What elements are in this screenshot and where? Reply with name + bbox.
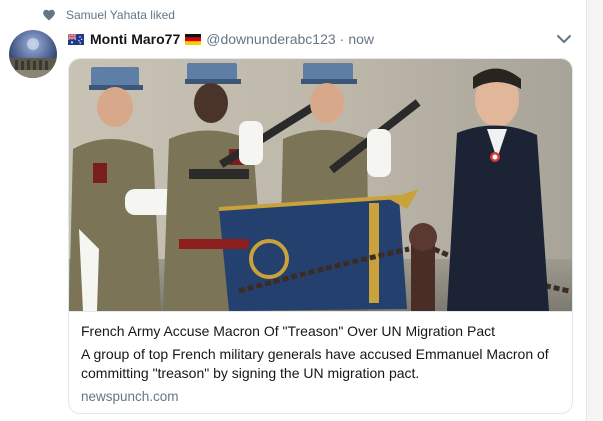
display-name[interactable]: Monti Maro77 bbox=[90, 31, 180, 47]
card-description: A group of top French military generals … bbox=[81, 346, 549, 381]
separator-dot: · bbox=[339, 31, 345, 47]
card-title[interactable]: French Army Accuse Macron Of "Treason" O… bbox=[81, 322, 562, 340]
scrollbar[interactable] bbox=[586, 0, 603, 421]
germany-flag-icon bbox=[185, 33, 202, 45]
avatar[interactable] bbox=[9, 30, 57, 78]
card-body[interactable]: French Army Accuse Macron Of "Treason" O… bbox=[69, 311, 572, 413]
card-image bbox=[69, 59, 572, 311]
heart-icon bbox=[43, 9, 55, 21]
tweet-header[interactable]: Monti Maro77 @downunderabc123 · now bbox=[68, 29, 374, 49]
timestamp[interactable]: now bbox=[348, 31, 374, 47]
link-card[interactable]: French Army Accuse Macron Of "Treason" O… bbox=[68, 58, 573, 414]
handle[interactable]: @downunderabc123 bbox=[206, 31, 335, 47]
chevron-down-icon[interactable] bbox=[556, 33, 572, 45]
card-domain: newspunch.com bbox=[81, 389, 179, 404]
social-context[interactable]: Samuel Yahata liked bbox=[42, 6, 175, 24]
context-text: Samuel Yahata liked bbox=[66, 8, 175, 22]
australia-flag-icon bbox=[68, 33, 84, 45]
avatar-image bbox=[9, 30, 57, 78]
